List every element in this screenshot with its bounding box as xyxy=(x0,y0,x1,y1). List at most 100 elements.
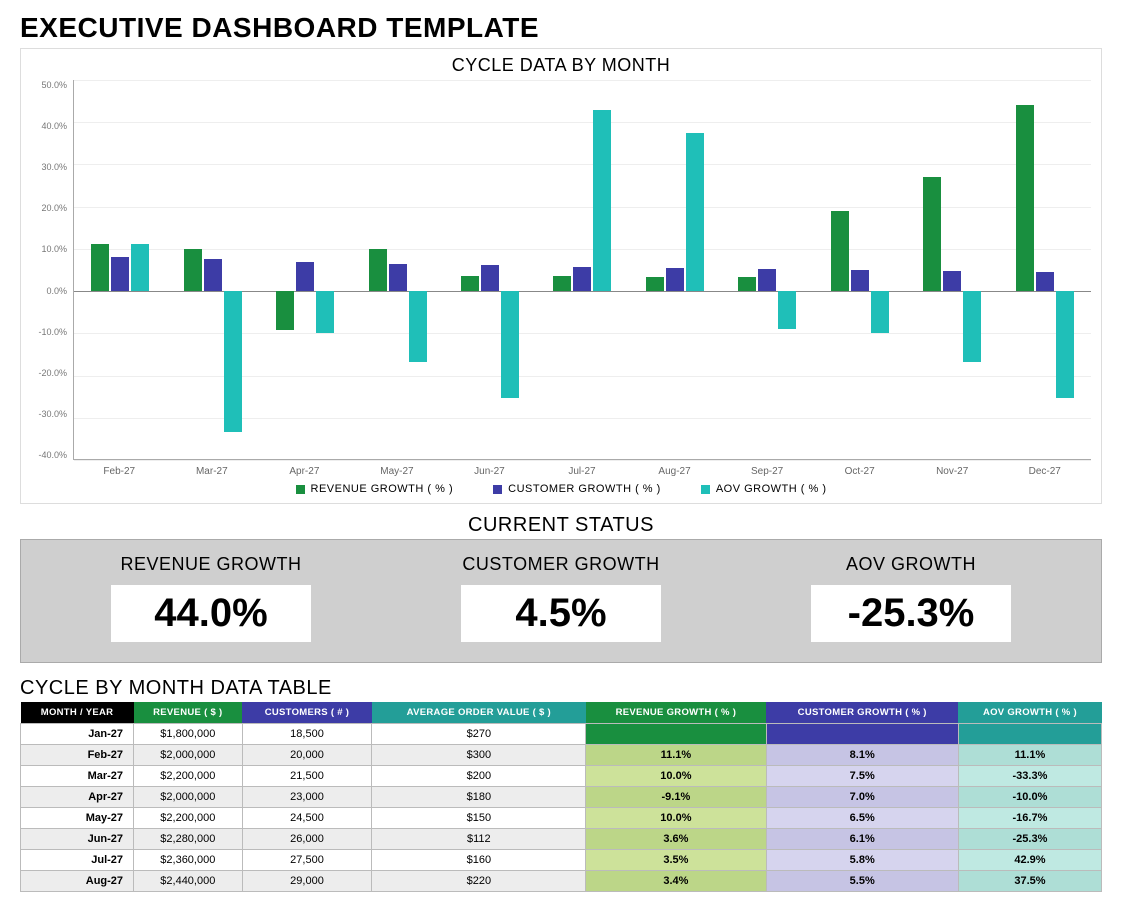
chart-title: CYCLE DATA BY MONTH xyxy=(31,55,1091,76)
bar-aov xyxy=(593,110,611,291)
table-cell: 8.1% xyxy=(766,745,958,766)
y-tick-label: 20.0% xyxy=(31,203,67,213)
table-row: Mar-27$2,200,00021,500$20010.0%7.5%-33.3… xyxy=(21,766,1102,787)
page-title: EXECUTIVE DASHBOARD TEMPLATE xyxy=(20,12,1102,44)
bar-group xyxy=(166,80,258,459)
x-tick-label: Sep-27 xyxy=(721,460,814,477)
table-cell: 11.1% xyxy=(586,745,766,766)
chart-plot-area xyxy=(73,80,1091,460)
legend-label: CUSTOMER GROWTH ( % ) xyxy=(508,483,661,495)
x-tick-label: Jul-27 xyxy=(536,460,629,477)
table-cell: -10.0% xyxy=(958,787,1101,808)
bar-aov xyxy=(501,291,519,398)
bar-cust xyxy=(481,265,499,291)
bar-cust xyxy=(758,269,776,291)
table-cell: Feb-27 xyxy=(21,745,134,766)
bar-group xyxy=(814,80,906,459)
status-label: REVENUE GROWTH xyxy=(51,554,371,575)
bar-aov xyxy=(1056,291,1074,398)
x-tick-label: Apr-27 xyxy=(258,460,351,477)
y-tick-label: -40.0% xyxy=(31,450,67,460)
table-row: May-27$2,200,00024,500$15010.0%6.5%-16.7… xyxy=(21,808,1102,829)
table-cell: $200 xyxy=(372,766,586,787)
table-cell: $2,440,000 xyxy=(134,871,243,892)
bar-rev xyxy=(646,277,664,291)
legend-item-revenue-growth: REVENUE GROWTH ( % ) xyxy=(296,483,454,495)
table-cell: 21,500 xyxy=(242,766,372,787)
bar-cust xyxy=(389,264,407,291)
legend-item-aov-growth: AOV GROWTH ( % ) xyxy=(701,483,827,495)
x-tick-label: Nov-27 xyxy=(906,460,999,477)
bar-cust xyxy=(111,257,129,291)
table-cell: Apr-27 xyxy=(21,787,134,808)
table-cell: $300 xyxy=(372,745,586,766)
square-icon xyxy=(493,485,502,494)
table-cell: $160 xyxy=(372,850,586,871)
table-cell: -33.3% xyxy=(958,766,1101,787)
table-cell: Jul-27 xyxy=(21,850,134,871)
bar-aov xyxy=(778,291,796,329)
status-card-customer-growth: CUSTOMER GROWTH 4.5% xyxy=(401,554,721,642)
table-cell: Jun-27 xyxy=(21,829,134,850)
table-cell: -9.1% xyxy=(586,787,766,808)
bar-rev xyxy=(276,291,294,329)
col-header-revenue: REVENUE ( $ ) xyxy=(134,702,243,724)
table-title: CYCLE BY MONTH DATA TABLE xyxy=(20,677,1102,700)
col-header-month: MONTH / YEAR xyxy=(21,702,134,724)
bar-group xyxy=(721,80,813,459)
table-cell: 10.0% xyxy=(586,766,766,787)
bar-rev xyxy=(369,249,387,291)
table-cell: 23,000 xyxy=(242,787,372,808)
table-header-row: MONTH / YEAR REVENUE ( $ ) CUSTOMERS ( #… xyxy=(21,702,1102,724)
chart-x-axis: Feb-27Mar-27Apr-27May-27Jun-27Jul-27Aug-… xyxy=(73,460,1091,477)
table-cell: 3.6% xyxy=(586,829,766,850)
bar-group xyxy=(351,80,443,459)
table-cell: Jan-27 xyxy=(21,724,134,745)
table-cell: 18,500 xyxy=(242,724,372,745)
bar-rev xyxy=(923,177,941,291)
table-cell xyxy=(958,724,1101,745)
table-cell: 7.0% xyxy=(766,787,958,808)
chart-legend: REVENUE GROWTH ( % ) CUSTOMER GROWTH ( %… xyxy=(31,483,1091,495)
table-cell: 29,000 xyxy=(242,871,372,892)
table-row: Feb-27$2,000,00020,000$30011.1%8.1%11.1% xyxy=(21,745,1102,766)
bar-aov xyxy=(686,133,704,291)
table-cell: Aug-27 xyxy=(21,871,134,892)
table-cell: -25.3% xyxy=(958,829,1101,850)
col-header-rev-growth: REVENUE GROWTH ( % ) xyxy=(586,702,766,724)
bar-cust xyxy=(204,259,222,291)
col-header-cust-growth: CUSTOMER GROWTH ( % ) xyxy=(766,702,958,724)
bar-rev xyxy=(831,211,849,291)
y-tick-label: 0.0% xyxy=(31,286,67,296)
table-cell: 6.1% xyxy=(766,829,958,850)
table-cell: 7.5% xyxy=(766,766,958,787)
status-value: 4.5% xyxy=(461,585,661,642)
x-tick-label: Aug-27 xyxy=(628,460,721,477)
bar-group xyxy=(444,80,536,459)
x-tick-label: May-27 xyxy=(351,460,444,477)
status-label: AOV GROWTH xyxy=(751,554,1071,575)
table-cell: 5.8% xyxy=(766,850,958,871)
table-cell: $180 xyxy=(372,787,586,808)
bar-cust xyxy=(296,262,314,292)
bar-group xyxy=(74,80,166,459)
bar-aov xyxy=(963,291,981,362)
table-cell: 6.5% xyxy=(766,808,958,829)
legend-item-customer-growth: CUSTOMER GROWTH ( % ) xyxy=(493,483,661,495)
y-tick-label: -20.0% xyxy=(31,368,67,378)
cycle-data-table: MONTH / YEAR REVENUE ( $ ) CUSTOMERS ( #… xyxy=(20,702,1102,892)
bar-cust xyxy=(1036,272,1054,291)
bar-aov xyxy=(131,244,149,291)
status-value: -25.3% xyxy=(811,585,1011,642)
chart-section: CYCLE DATA BY MONTH 50.0%40.0%30.0%20.0%… xyxy=(20,48,1102,504)
table-cell: 24,500 xyxy=(242,808,372,829)
chart-y-axis: 50.0%40.0%30.0%20.0%10.0%0.0%-10.0%-20.0… xyxy=(31,80,73,460)
table-cell xyxy=(766,724,958,745)
table-cell: $2,200,000 xyxy=(134,808,243,829)
table-cell: 37.5% xyxy=(958,871,1101,892)
legend-label: REVENUE GROWTH ( % ) xyxy=(311,483,454,495)
table-row: Apr-27$2,000,00023,000$180-9.1%7.0%-10.0… xyxy=(21,787,1102,808)
table-cell: $2,000,000 xyxy=(134,787,243,808)
y-tick-label: 10.0% xyxy=(31,244,67,254)
table-cell: $2,000,000 xyxy=(134,745,243,766)
